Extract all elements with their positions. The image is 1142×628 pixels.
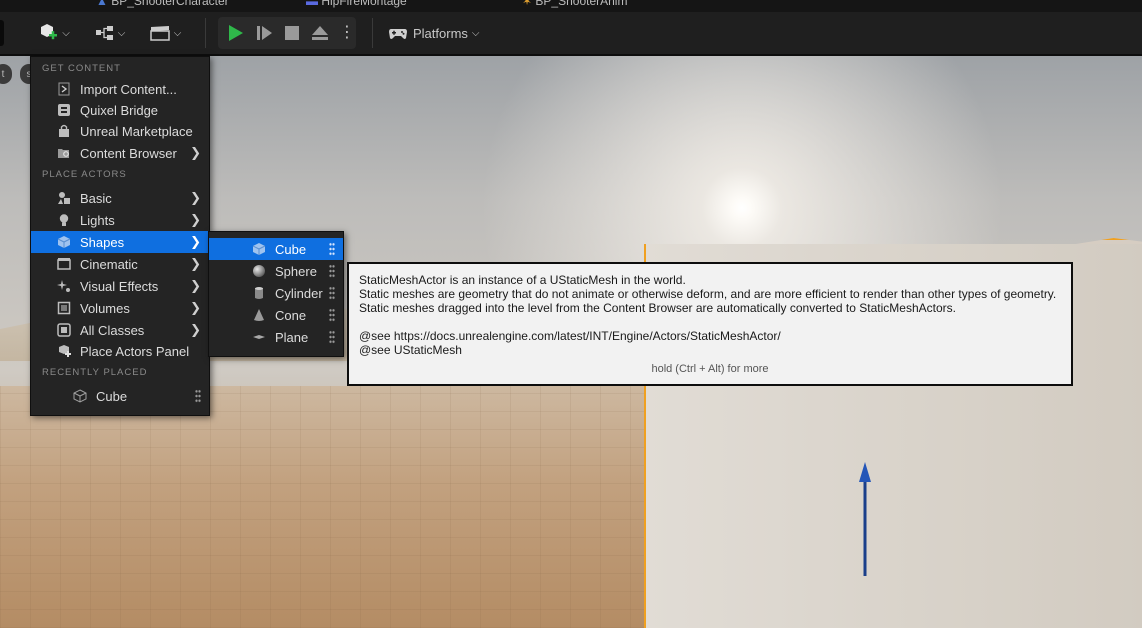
tooltip-text: StaticMeshActor is an instance of a USta… xyxy=(359,273,1056,357)
drag-handle-icon[interactable] xyxy=(329,330,335,344)
chevron-down-icon: ⌵ xyxy=(471,27,480,39)
blueprint-icon: ▲ xyxy=(96,0,108,8)
gamepad-icon xyxy=(389,29,407,39)
section-recently-placed: RECENTLY PLACED xyxy=(42,367,148,378)
cube-icon xyxy=(73,389,87,403)
chevron-right-icon: ❯ xyxy=(190,190,201,205)
eject-button[interactable] xyxy=(308,21,332,45)
cube-icon xyxy=(252,242,266,256)
menu-item-all-classes[interactable]: All Classes ❯ xyxy=(31,319,209,341)
drag-handle-icon[interactable] xyxy=(329,286,335,300)
class-box-icon xyxy=(57,323,71,337)
folder-search-icon xyxy=(57,146,71,160)
toolbar-edge xyxy=(0,20,4,46)
play-icon xyxy=(229,25,243,41)
toolbar-separator xyxy=(372,18,373,48)
shape-item-plane[interactable]: Plane xyxy=(209,326,343,348)
menu-item-content-browser[interactable]: Content Browser ❯ xyxy=(31,142,209,164)
step-forward-icon xyxy=(257,26,272,40)
play-button[interactable] xyxy=(223,21,247,45)
menu-item-visual-effects[interactable]: Visual Effects ❯ xyxy=(31,275,209,297)
more-options-icon: ⋮ xyxy=(339,24,355,41)
static-mesh-actor-tooltip: StaticMeshActor is an instance of a USta… xyxy=(347,262,1073,386)
add-actor-icon xyxy=(41,24,58,40)
menu-item-import-content[interactable]: Import Content... xyxy=(31,78,209,100)
toolbar-separator xyxy=(205,18,206,48)
drag-handle-icon[interactable] xyxy=(329,264,335,278)
chevron-down-icon: ⌵ xyxy=(62,27,70,39)
chevron-right-icon: ❯ xyxy=(190,234,201,249)
cone-icon xyxy=(252,308,266,322)
gizmo-z-arrow xyxy=(859,462,871,482)
sparkles-icon xyxy=(57,279,71,293)
blueprint-tree-icon xyxy=(95,26,113,40)
chevron-right-icon: ❯ xyxy=(190,278,201,293)
drag-handle-icon[interactable] xyxy=(195,389,201,403)
chevron-down-icon: ⌵ xyxy=(117,27,126,39)
blueprint-mode-button[interactable]: ⌵ xyxy=(90,21,130,45)
anim-blueprint-icon: ✶ xyxy=(522,0,533,8)
quick-add-menu: GET CONTENT Import Content... Quixel Bri… xyxy=(30,56,210,416)
menu-item-unreal-marketplace[interactable]: Unreal Marketplace xyxy=(31,120,209,142)
chevron-right-icon: ❯ xyxy=(190,256,201,271)
basic-shapes-icon xyxy=(57,191,71,205)
section-place-actors: PLACE ACTORS xyxy=(42,169,127,180)
platforms-button[interactable]: Platforms ⌵ xyxy=(388,21,486,45)
tab-bp-shooteranim[interactable]: ✶ BP_ShooterAnim xyxy=(522,0,627,8)
shape-item-cylinder[interactable]: Cylinder xyxy=(209,282,343,304)
shapes-submenu: Cube Sphere Cylinder Cone Plane xyxy=(208,231,344,357)
chevron-right-icon: ❯ xyxy=(190,145,201,160)
sphere-icon xyxy=(252,264,266,278)
transform-gizmo[interactable] xyxy=(790,456,890,576)
chevron-right-icon: ❯ xyxy=(190,300,201,315)
tab-bp-shootercharacter[interactable]: ▲ BP_ShooterCharacter xyxy=(96,0,229,8)
tooltip-line: @see https://docs.unrealengine.com/lates… xyxy=(359,329,781,343)
stop-button[interactable] xyxy=(280,21,304,45)
recent-item-cube[interactable]: Cube xyxy=(31,385,209,407)
place-actor-icon xyxy=(57,344,71,358)
platforms-label: Platforms xyxy=(413,25,468,41)
eject-icon xyxy=(312,26,328,40)
menu-item-basic[interactable]: Basic ❯ xyxy=(31,187,209,209)
menu-item-cinematic[interactable]: Cinematic ❯ xyxy=(31,253,209,275)
advance-frame-button[interactable] xyxy=(252,21,276,45)
plane-icon xyxy=(252,330,266,344)
cinematics-button[interactable]: ⌵ xyxy=(144,21,186,45)
tooltip-hint: hold (Ctrl + Alt) for more xyxy=(651,363,769,375)
chevron-right-icon: ❯ xyxy=(190,212,201,227)
tooltip-line: Static meshes are geometry that do not a… xyxy=(359,287,1057,301)
tooltip-line: @see UStaticMesh xyxy=(359,343,462,357)
montage-icon: ▬ xyxy=(306,0,318,8)
add-actor-button[interactable]: ⌵ xyxy=(34,21,74,45)
shape-item-cube[interactable]: Cube xyxy=(209,238,343,260)
document-tabs: ▲ BP_ShooterCharacter ▬ HipFireMontage ✶… xyxy=(0,0,1142,12)
section-get-content: GET CONTENT xyxy=(42,63,121,74)
menu-item-lights[interactable]: Lights ❯ xyxy=(31,209,209,231)
menu-item-shapes[interactable]: Shapes ❯ xyxy=(31,231,209,253)
shape-item-sphere[interactable]: Sphere xyxy=(209,260,343,282)
shopping-bag-icon xyxy=(57,124,71,138)
light-bulb-icon xyxy=(57,213,71,227)
menu-item-quixel-bridge[interactable]: Quixel Bridge xyxy=(31,99,209,121)
main-toolbar: ⌵ ⌵ ⌵ ⋮ Platforms ⌵ xyxy=(0,12,1142,56)
drag-handle-icon[interactable] xyxy=(329,308,335,322)
chevron-right-icon: ❯ xyxy=(190,322,201,337)
shape-item-cone[interactable]: Cone xyxy=(209,304,343,326)
cylinder-icon xyxy=(252,286,266,300)
menu-item-volumes[interactable]: Volumes ❯ xyxy=(31,297,209,319)
menu-item-place-actors-panel[interactable]: Place Actors Panel xyxy=(31,340,209,362)
stop-icon xyxy=(285,26,299,40)
tab-hipfiremontage[interactable]: ▬ HipFireMontage xyxy=(306,0,407,8)
import-icon xyxy=(57,82,71,96)
film-strip-icon xyxy=(57,257,71,271)
chevron-down-icon: ⌵ xyxy=(173,27,182,39)
cube-icon xyxy=(57,235,71,249)
play-options-button[interactable]: ⋮ xyxy=(338,21,356,45)
volume-box-icon xyxy=(57,301,71,315)
clapperboard-icon xyxy=(149,26,170,41)
tooltip-line: StaticMeshActor is an instance of a USta… xyxy=(359,273,686,287)
quixel-bridge-icon xyxy=(57,103,71,117)
tooltip-line: Static meshes dragged into the level fro… xyxy=(359,301,956,315)
drag-handle-icon[interactable] xyxy=(329,242,335,256)
